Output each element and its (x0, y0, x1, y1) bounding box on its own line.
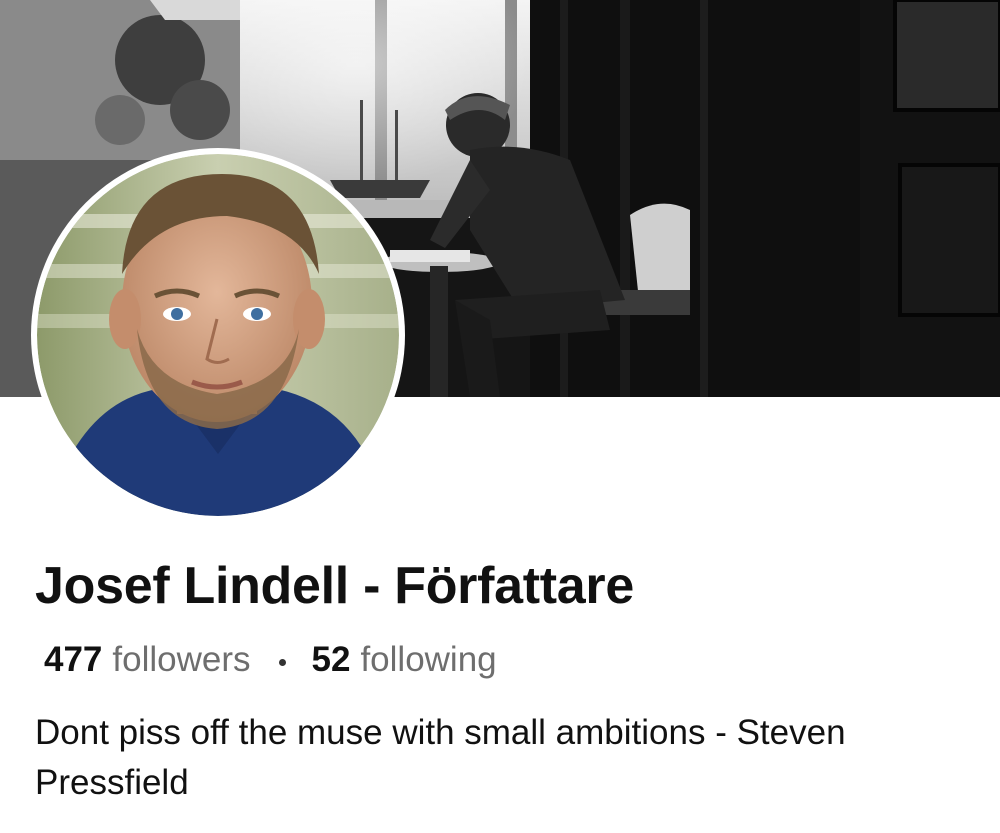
profile-avatar[interactable] (31, 148, 405, 522)
profile-bio: Dont piss off the muse with small ambiti… (35, 713, 846, 802)
followers-label: followers (112, 640, 251, 679)
following-link[interactable]: 52 following (312, 640, 497, 680)
avatar-image (37, 154, 399, 516)
separator-dot (278, 658, 286, 666)
following-label: following (360, 640, 497, 679)
profile-stats: 477 followers 52 following (44, 640, 497, 680)
profile-name: Josef Lindell - Författare (35, 557, 634, 615)
followers-count: 477 (44, 640, 103, 679)
followers-link[interactable]: 477 followers (44, 640, 251, 680)
following-count: 52 (311, 640, 351, 679)
